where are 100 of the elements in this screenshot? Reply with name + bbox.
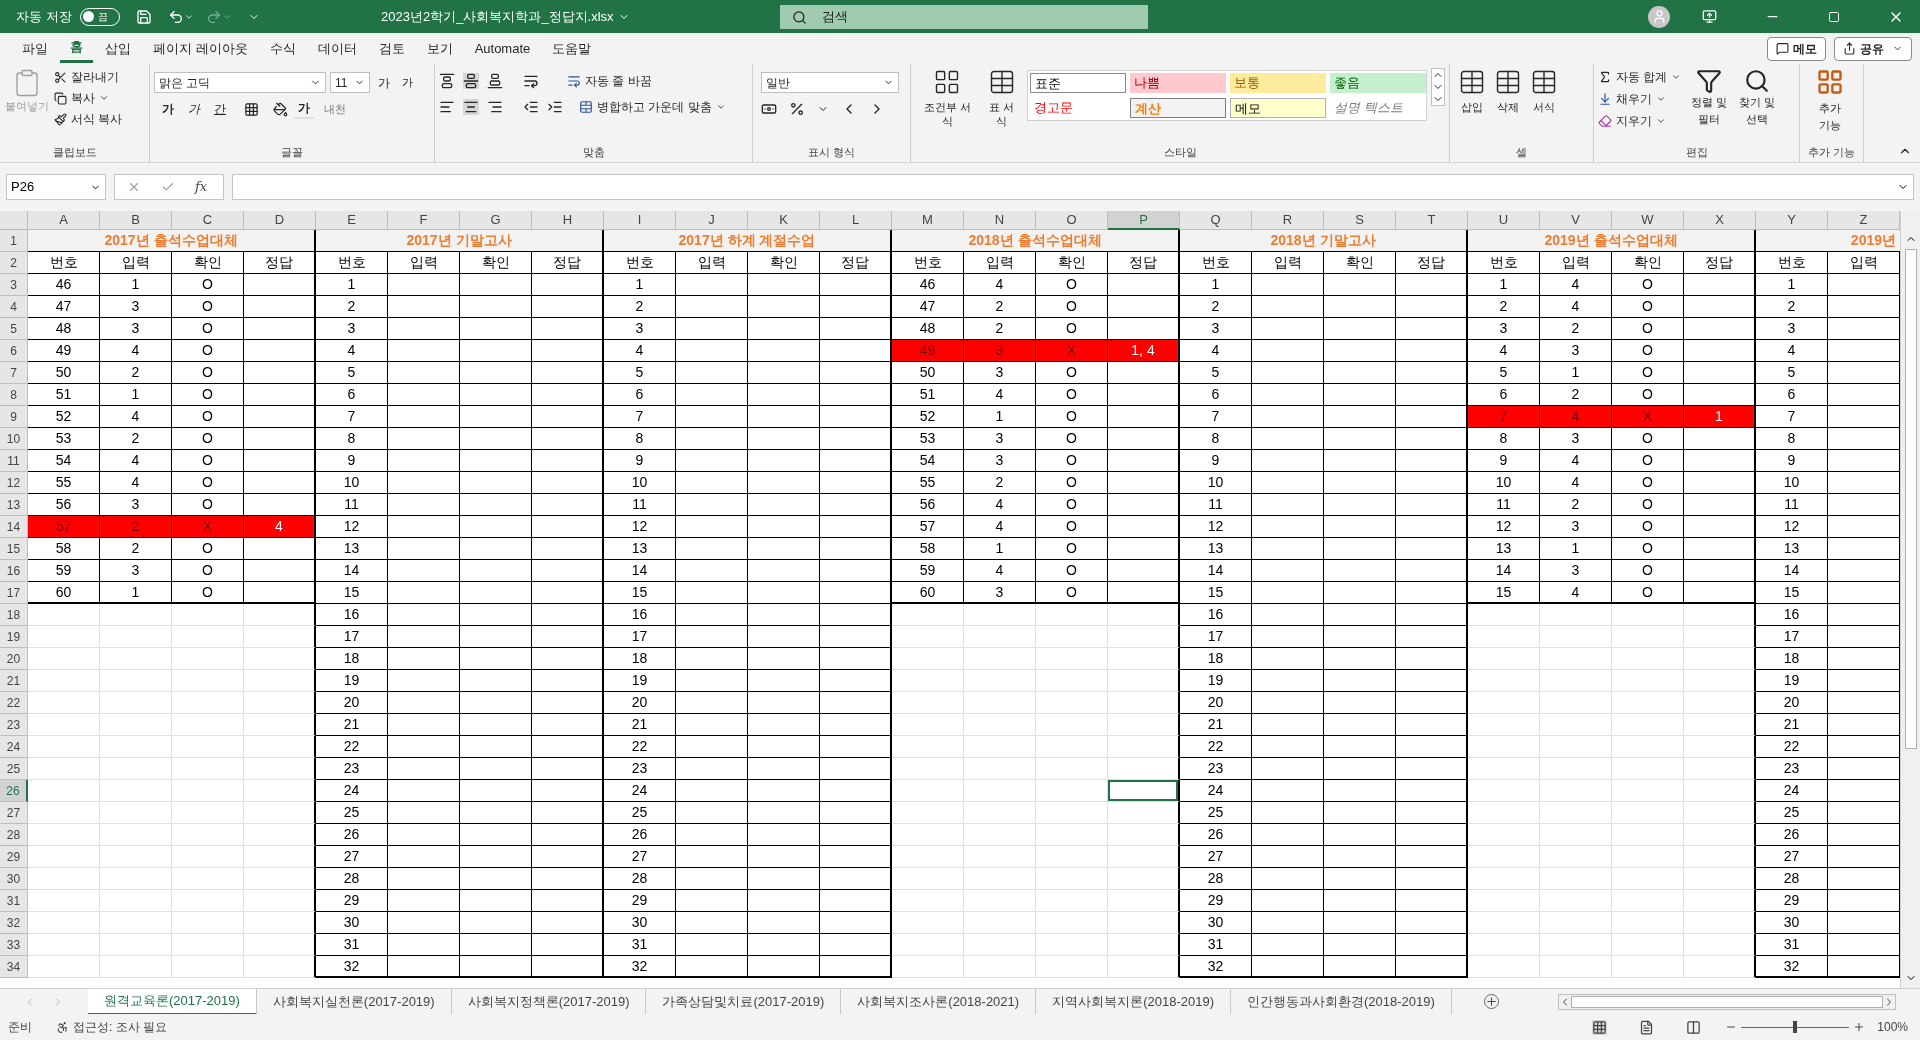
scrollbar-thumb[interactable] [1904, 249, 1917, 749]
row-header[interactable]: 22 [0, 692, 28, 714]
row-header[interactable]: 31 [0, 890, 28, 912]
menu-tab[interactable]: 페이지 레이아웃 [143, 34, 258, 63]
insert-function-button[interactable]: fx [195, 177, 208, 197]
phonetic-button[interactable]: 내천 [320, 100, 350, 118]
shrink-font-button[interactable]: 가 [398, 74, 417, 91]
row-header[interactable]: 16 [0, 560, 28, 582]
row-header[interactable]: 14 [0, 516, 28, 538]
row-header[interactable]: 20 [0, 648, 28, 670]
autosum-button[interactable]: 자동 합계 [1598, 68, 1682, 86]
row-header[interactable]: 8 [0, 384, 28, 406]
page-layout-icon[interactable] [1639, 1019, 1655, 1035]
grow-font-button[interactable]: 가 [374, 73, 394, 92]
comments-button[interactable]: 메모 [1767, 36, 1826, 61]
align-bottom-icon[interactable] [487, 73, 503, 89]
ribbon-display-icon[interactable] [1702, 9, 1717, 24]
selected-cell[interactable] [1108, 780, 1180, 802]
row-header[interactable]: 30 [0, 868, 28, 890]
row-header[interactable]: 27 [0, 802, 28, 824]
increase-indent-icon[interactable] [547, 99, 563, 115]
percent-icon[interactable] [789, 101, 805, 117]
cell-style[interactable]: 설명 텍스트 [1330, 98, 1427, 118]
fill-button[interactable]: 채우기 [1598, 90, 1682, 108]
align-middle-icon[interactable] [463, 73, 479, 89]
font-name-dropdown[interactable]: 맑은 고딕 [154, 72, 326, 93]
share-button[interactable]: 공유 [1834, 36, 1912, 61]
page-break-icon[interactable] [1686, 1019, 1702, 1035]
name-box[interactable]: P26 [6, 174, 106, 200]
row-header[interactable]: 29 [0, 846, 28, 868]
undo-icon[interactable] [167, 8, 184, 25]
zoom-slider-thumb[interactable] [1793, 1021, 1798, 1033]
cancel-icon[interactable] [127, 180, 141, 194]
row-header[interactable]: 21 [0, 670, 28, 692]
row-header[interactable]: 26 [0, 780, 28, 802]
find-select-button[interactable]: 찾기 및 선택 [1733, 68, 1782, 127]
formula-input[interactable] [232, 174, 1914, 200]
save-icon[interactable] [135, 8, 152, 25]
zoom-level[interactable]: 100% [1877, 1018, 1908, 1036]
row-header[interactable]: 15 [0, 538, 28, 560]
menu-tab[interactable]: 파일 [12, 34, 58, 63]
border-icon[interactable] [244, 101, 259, 117]
underline-button[interactable]: 간 [210, 100, 230, 118]
copy-button[interactable]: 복사 [54, 89, 123, 107]
decrease-indent-icon[interactable] [523, 99, 539, 115]
cell-style[interactable]: 나쁨 [1130, 73, 1227, 93]
clear-button[interactable]: 지우기 [1598, 112, 1682, 130]
menu-tab[interactable]: 데이터 [307, 34, 367, 63]
row-header[interactable]: 2 [0, 252, 28, 274]
addins-button[interactable]: 추가 기능 [1804, 68, 1856, 133]
cell-style[interactable]: 경고문 [1030, 98, 1127, 118]
font-size-dropdown[interactable]: 11 [330, 72, 370, 93]
row-header[interactable]: 17 [0, 582, 28, 604]
cell-style[interactable]: 좋음 [1330, 73, 1427, 93]
row-header[interactable]: 7 [0, 362, 28, 384]
align-top-icon[interactable] [439, 73, 455, 89]
row-header[interactable]: 28 [0, 824, 28, 846]
row-header[interactable]: 34 [0, 956, 28, 978]
row-header[interactable]: 3 [0, 274, 28, 296]
menu-tab[interactable]: 삽입 [95, 34, 141, 63]
scrollbar-thumb[interactable] [1571, 995, 1883, 1008]
cell-style[interactable]: 보통 [1230, 73, 1327, 93]
column-header[interactable]: P [1108, 211, 1180, 230]
menu-tab[interactable]: 보기 [416, 34, 463, 63]
row-header[interactable]: 24 [0, 736, 28, 758]
fill-color-icon[interactable] [273, 101, 288, 117]
row-header[interactable]: 1 [0, 230, 28, 252]
row-header[interactable]: 33 [0, 934, 28, 956]
currency-icon[interactable] [761, 101, 777, 117]
search-field[interactable]: 검색 [779, 4, 1148, 29]
row-header[interactable]: 18 [0, 604, 28, 626]
file-title[interactable]: 2023년2학기_사회복지학과_정답지.xlsx [381, 6, 630, 27]
row-header[interactable]: 23 [0, 714, 28, 736]
sort-filter-button[interactable]: 정렬 및 필터 [1685, 68, 1734, 127]
row-header[interactable]: 6 [0, 340, 28, 362]
insert-cells-button[interactable]: 삽입 [1454, 68, 1490, 114]
cell-style[interactable]: 메모 [1230, 98, 1327, 118]
merge-center-button[interactable]: 병합하고 가운데 맞춤 [579, 98, 726, 116]
row-header[interactable]: 32 [0, 912, 28, 934]
sheet-tab[interactable]: 원격교육론(2017-2019) [88, 988, 257, 1015]
normal-view-icon[interactable] [1592, 1019, 1608, 1035]
menu-tab[interactable]: 도움말 [542, 34, 602, 63]
row-header[interactable]: 19 [0, 626, 28, 648]
italic-button[interactable]: 가 [184, 100, 204, 118]
row-header[interactable]: 25 [0, 758, 28, 780]
bold-button[interactable]: 가 [158, 100, 178, 118]
format-painter-button[interactable]: 서식 복사 [54, 110, 123, 128]
align-center-icon[interactable] [463, 99, 479, 115]
table-format-button[interactable]: 표 서식 [979, 68, 1024, 128]
align-left-icon[interactable] [439, 99, 455, 115]
row-header[interactable]: 12 [0, 472, 28, 494]
row-header[interactable]: 4 [0, 296, 28, 318]
row-header[interactable]: 9 [0, 406, 28, 428]
menu-tab[interactable]: 검토 [368, 34, 415, 63]
restore-icon[interactable] [1828, 10, 1840, 23]
number-format-dropdown[interactable]: 일반 [761, 72, 899, 93]
font-color-button[interactable]: 가 [294, 99, 314, 119]
row-header[interactable]: 11 [0, 450, 28, 472]
cell-style[interactable]: 표준 [1030, 73, 1127, 93]
accessibility-button[interactable]: 접근성: 조사 필요 [56, 1018, 167, 1036]
